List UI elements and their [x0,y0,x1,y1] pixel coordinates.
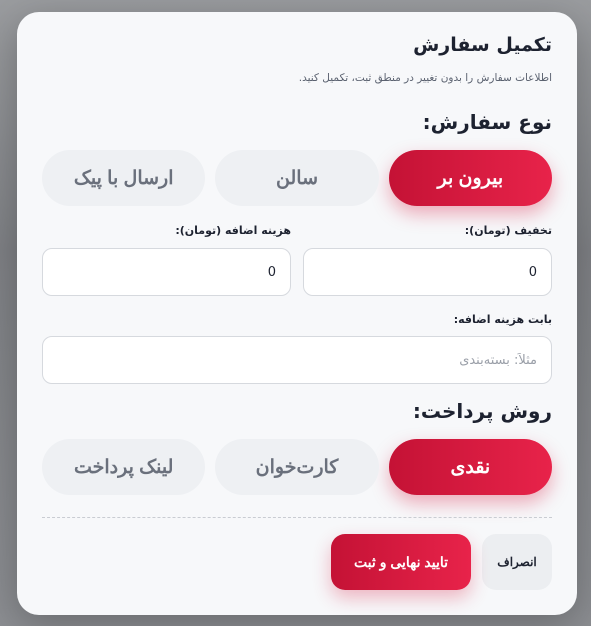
payment-method-segmented: نقدی کارت‌خوان لینک پرداخت [42,439,552,495]
payment-method-title: روش پرداخت: [412,399,552,423]
extra-cost-label: هزینه اضافه (تومان): [175,224,291,237]
discount-input[interactable] [303,248,552,296]
divider [42,517,552,518]
order-type-delivery[interactable]: ارسال با پیک [42,150,206,206]
modal-title: تکمیل سفارش [413,34,552,56]
payment-card-reader[interactable]: کارت‌خوان [215,439,379,495]
order-type-segmented: بیرون بر سالن ارسال با پیک [42,150,552,206]
order-type-dine-in[interactable]: سالن [215,150,379,206]
complete-order-modal: تکمیل سفارش اطلاعات سفارش را بدون تغییر … [17,12,577,615]
extra-reason-input[interactable] [42,336,552,384]
confirm-submit-button[interactable]: تایید نهایی و ثبت [331,534,471,590]
cancel-button[interactable]: انصراف [482,534,552,590]
payment-cash[interactable]: نقدی [388,439,552,495]
modal-subtitle: اطلاعات سفارش را بدون تغییر در منطق ثبت،… [298,72,552,84]
payment-link[interactable]: لینک پرداخت [42,439,206,495]
extra-cost-input[interactable] [42,248,291,296]
order-type-title: نوع سفارش: [422,110,552,134]
order-type-takeaway[interactable]: بیرون بر [388,150,552,206]
extra-reason-label: بابت هزینه اضافه: [453,313,552,326]
discount-label: تخفیف (تومان): [464,224,552,237]
